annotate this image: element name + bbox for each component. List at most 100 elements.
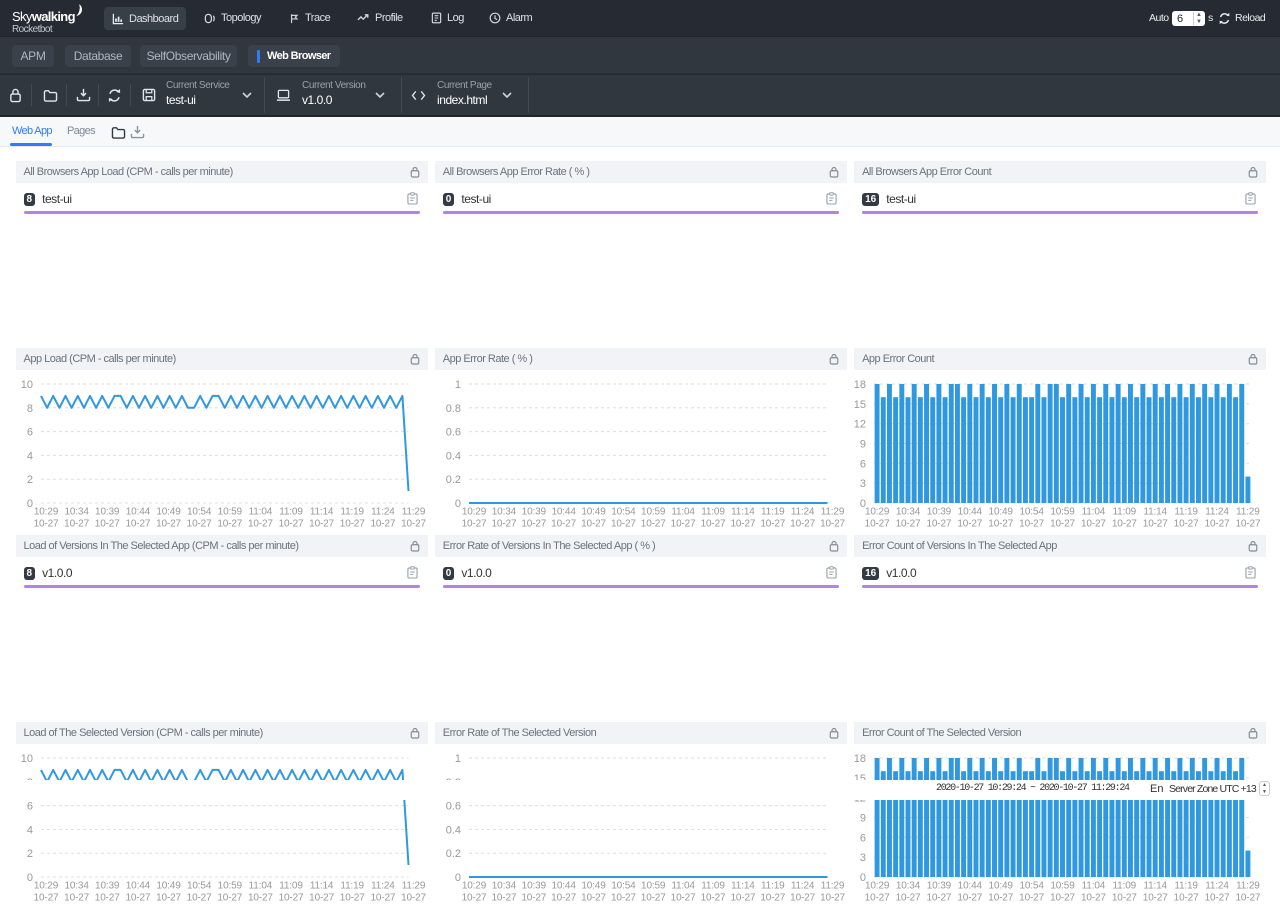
svg-text:10:59: 10:59 xyxy=(641,881,666,892)
svg-text:10-27: 10-27 xyxy=(641,519,666,530)
svg-text:11:24: 11:24 xyxy=(371,881,395,892)
svg-text:10:29: 10:29 xyxy=(33,507,58,518)
svg-text:10-27: 10-27 xyxy=(551,519,576,530)
svg-text:10:49: 10:49 xyxy=(989,507,1014,518)
svg-text:10:29: 10:29 xyxy=(462,507,487,518)
svg-text:10-27: 10-27 xyxy=(309,893,334,904)
svg-text:10:59: 10:59 xyxy=(641,507,666,518)
svg-text:11:29: 11:29 xyxy=(401,507,425,518)
svg-text:11:04: 11:04 xyxy=(248,881,272,892)
svg-text:11:14: 11:14 xyxy=(1144,507,1168,518)
svg-text:11:19: 11:19 xyxy=(1174,507,1198,518)
svg-text:11:24: 11:24 xyxy=(1205,507,1229,518)
svg-text:10-27: 10-27 xyxy=(790,893,815,904)
svg-text:11:04: 11:04 xyxy=(671,881,695,892)
svg-text:10-27: 10-27 xyxy=(94,519,119,530)
svg-text:0: 0 xyxy=(455,498,461,510)
svg-text:10-27: 10-27 xyxy=(988,519,1013,530)
svg-text:11:24: 11:24 xyxy=(791,881,815,892)
svg-text:10-27: 10-27 xyxy=(186,519,211,530)
svg-text:10-27: 10-27 xyxy=(896,893,921,904)
svg-text:10-27: 10-27 xyxy=(64,893,89,904)
svg-text:10:54: 10:54 xyxy=(1020,881,1045,892)
svg-text:10-27: 10-27 xyxy=(1174,893,1199,904)
svg-text:11:09: 11:09 xyxy=(701,507,725,518)
svg-text:10-27: 10-27 xyxy=(309,519,334,530)
svg-text:10-27: 10-27 xyxy=(927,519,952,530)
svg-text:3: 3 xyxy=(860,852,866,864)
svg-text:10-27: 10-27 xyxy=(217,893,242,904)
svg-text:10-27: 10-27 xyxy=(1050,893,1075,904)
svg-text:10-27: 10-27 xyxy=(581,893,606,904)
svg-text:11:29: 11:29 xyxy=(1236,507,1260,518)
svg-text:10-27: 10-27 xyxy=(1081,893,1106,904)
svg-text:11:29: 11:29 xyxy=(401,881,425,892)
svg-text:10-27: 10-27 xyxy=(461,893,486,904)
svg-text:10-27: 10-27 xyxy=(247,519,272,530)
svg-text:18: 18 xyxy=(854,379,866,391)
svg-text:10-27: 10-27 xyxy=(730,893,755,904)
svg-text:0.2: 0.2 xyxy=(446,474,461,486)
svg-text:10-27: 10-27 xyxy=(820,893,845,904)
svg-text:10-27: 10-27 xyxy=(1143,893,1168,904)
svg-text:2: 2 xyxy=(26,474,32,486)
svg-text:11:14: 11:14 xyxy=(309,507,333,518)
svg-text:10-27: 10-27 xyxy=(521,893,546,904)
svg-text:10-27: 10-27 xyxy=(1081,519,1106,530)
svg-text:10-27: 10-27 xyxy=(1143,519,1168,530)
svg-text:4: 4 xyxy=(26,824,32,836)
svg-text:10-27: 10-27 xyxy=(1112,893,1137,904)
svg-text:10-27: 10-27 xyxy=(957,893,982,904)
svg-text:12: 12 xyxy=(854,419,866,431)
svg-text:11:09: 11:09 xyxy=(1113,507,1137,518)
svg-text:10-27: 10-27 xyxy=(217,519,242,530)
svg-text:10-27: 10-27 xyxy=(988,893,1013,904)
svg-text:10-27: 10-27 xyxy=(1019,893,1044,904)
svg-text:10-27: 10-27 xyxy=(278,893,303,904)
svg-text:10-27: 10-27 xyxy=(700,519,725,530)
svg-text:10-27: 10-27 xyxy=(790,519,815,530)
svg-text:2: 2 xyxy=(26,848,32,860)
svg-text:11:29: 11:29 xyxy=(821,507,845,518)
svg-text:10:54: 10:54 xyxy=(611,507,636,518)
svg-text:10-27: 10-27 xyxy=(760,893,785,904)
svg-text:10-27: 10-27 xyxy=(125,893,150,904)
svg-text:10:34: 10:34 xyxy=(492,881,517,892)
svg-text:10:39: 10:39 xyxy=(95,507,120,518)
svg-text:10-27: 10-27 xyxy=(401,893,426,904)
svg-text:11:04: 11:04 xyxy=(671,507,695,518)
svg-text:10:54: 10:54 xyxy=(186,507,211,518)
svg-text:10-27: 10-27 xyxy=(1050,519,1075,530)
svg-text:10-27: 10-27 xyxy=(670,519,695,530)
svg-text:11:14: 11:14 xyxy=(1144,881,1168,892)
svg-text:10:49: 10:49 xyxy=(989,881,1014,892)
svg-text:10-27: 10-27 xyxy=(370,893,395,904)
svg-text:10:54: 10:54 xyxy=(186,881,211,892)
svg-text:10-27: 10-27 xyxy=(247,893,272,904)
svg-text:10: 10 xyxy=(20,379,32,391)
svg-text:10-27: 10-27 xyxy=(927,893,952,904)
svg-text:10-27: 10-27 xyxy=(156,519,181,530)
svg-text:11:04: 11:04 xyxy=(248,507,272,518)
svg-text:10:59: 10:59 xyxy=(217,507,242,518)
svg-text:11:19: 11:19 xyxy=(761,507,785,518)
svg-text:9: 9 xyxy=(860,439,866,451)
svg-text:11:24: 11:24 xyxy=(1205,881,1229,892)
svg-text:10-27: 10-27 xyxy=(641,893,666,904)
svg-text:10-27: 10-27 xyxy=(1112,519,1137,530)
svg-text:10-27: 10-27 xyxy=(730,519,755,530)
svg-text:10:34: 10:34 xyxy=(492,507,517,518)
svg-text:10:29: 10:29 xyxy=(33,881,58,892)
svg-text:10-27: 10-27 xyxy=(521,519,546,530)
svg-text:11:29: 11:29 xyxy=(821,881,845,892)
svg-text:10:39: 10:39 xyxy=(95,881,120,892)
svg-text:10:34: 10:34 xyxy=(896,881,921,892)
svg-text:10:49: 10:49 xyxy=(156,507,181,518)
svg-text:10-27: 10-27 xyxy=(33,519,58,530)
svg-text:10-27: 10-27 xyxy=(491,893,516,904)
svg-text:11:14: 11:14 xyxy=(731,507,755,518)
svg-text:15: 15 xyxy=(854,399,866,411)
svg-text:8: 8 xyxy=(26,403,32,415)
svg-text:11:09: 11:09 xyxy=(279,881,303,892)
svg-text:11:19: 11:19 xyxy=(340,507,364,518)
